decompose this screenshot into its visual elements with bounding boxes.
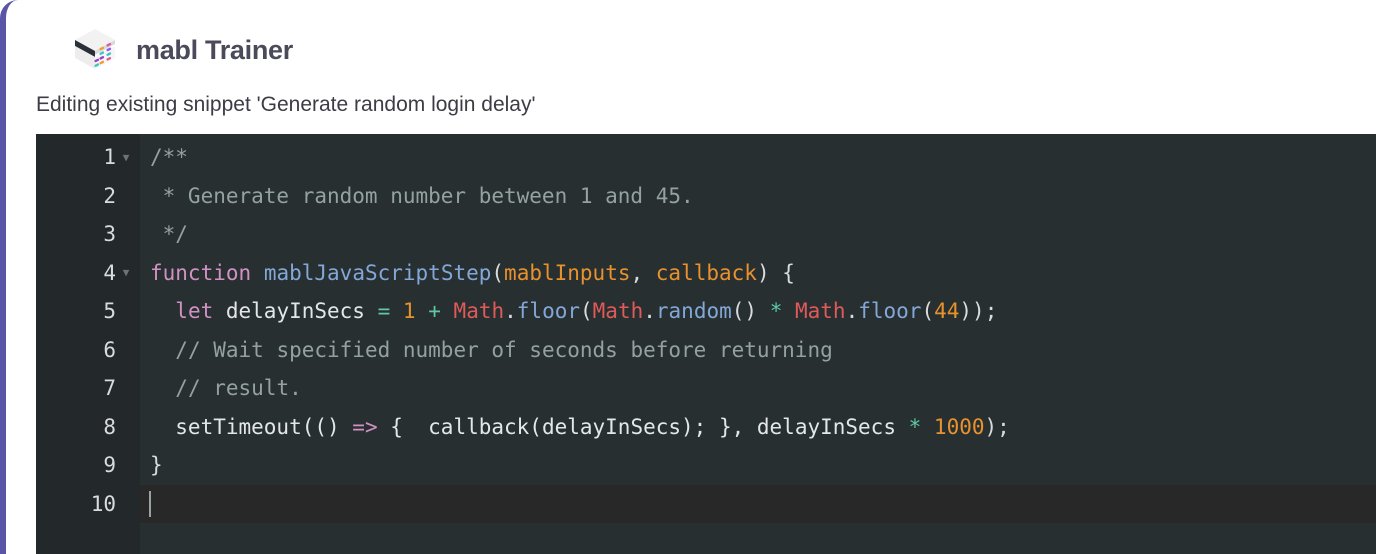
code-token: setTimeout(() bbox=[150, 414, 353, 439]
code-token: Math bbox=[592, 299, 644, 323]
gutter-line-1: 1 ▼ bbox=[36, 138, 140, 177]
code-token: . bbox=[504, 299, 517, 323]
gutter-line-5: 5▼ bbox=[36, 292, 140, 331]
code-token: function bbox=[150, 260, 252, 285]
code-line-10[interactable] bbox=[140, 484, 1376, 523]
code-token: floor bbox=[516, 299, 580, 323]
gutter-line-6: 6▼ bbox=[36, 331, 140, 370]
gutter-line-7: 7▼ bbox=[36, 369, 140, 408]
code-token: mablJavaScriptStep bbox=[263, 260, 492, 285]
mabl-trainer-window: mabl Trainer Editing existing snippet 'G… bbox=[0, 0, 1376, 554]
code-token: () bbox=[731, 299, 770, 323]
code-token: random bbox=[655, 299, 732, 323]
gutter-line-3: 3▼ bbox=[36, 215, 140, 254]
code-token: , bbox=[630, 260, 656, 285]
code-token: . bbox=[643, 299, 656, 323]
code-token: { callback(delayInSecs); }, delayInSecs bbox=[377, 414, 909, 439]
app-header: mabl Trainer bbox=[6, 0, 1376, 78]
code-token: )); bbox=[959, 299, 998, 323]
editor-gutter: 1▼2▼3▼4▼5▼6▼7▼8▼9▼10▼ bbox=[36, 134, 140, 554]
code-line-9[interactable]: } bbox=[140, 446, 1376, 485]
code-token: * bbox=[769, 299, 783, 323]
chevron-down-icon[interactable]: ▼ bbox=[116, 267, 136, 278]
code-token: ( bbox=[921, 299, 935, 323]
line-number: 9 bbox=[103, 453, 116, 477]
line-number: 10 bbox=[90, 491, 116, 516]
line-number: 6 bbox=[103, 337, 116, 362]
gutter-line-10: 10▼ bbox=[36, 485, 140, 524]
editor-code-area[interactable]: /** * Generate random number between 1 a… bbox=[140, 134, 1376, 554]
code-token: * bbox=[908, 414, 922, 439]
code-token: + bbox=[428, 299, 441, 323]
code-token: = bbox=[377, 299, 391, 323]
code-token: delayInSecs bbox=[213, 299, 378, 323]
snippet-status-text: Editing existing snippet 'Generate rando… bbox=[36, 93, 536, 116]
line-number: 8 bbox=[103, 414, 116, 439]
code-token: ); bbox=[984, 414, 1010, 439]
text-cursor bbox=[149, 490, 151, 517]
line-number: 7 bbox=[103, 376, 116, 400]
code-line-2[interactable]: * Generate random number between 1 and 4… bbox=[140, 177, 1376, 216]
code-token: Math bbox=[453, 299, 505, 323]
code-token: ) { bbox=[756, 260, 795, 285]
code-token: floor bbox=[858, 299, 922, 323]
code-token: } bbox=[150, 453, 163, 477]
code-token: 44 bbox=[934, 299, 960, 323]
line-number: 3 bbox=[103, 222, 116, 246]
code-token: Math bbox=[795, 299, 846, 323]
page-title: mabl Trainer bbox=[136, 34, 293, 65]
code-line-8[interactable]: setTimeout(() => { callback(delayInSecs)… bbox=[140, 408, 1376, 447]
code-token: // result. bbox=[175, 376, 302, 400]
code-token: let bbox=[175, 299, 214, 323]
code-token: . bbox=[845, 299, 859, 323]
mabl-cube-logo-icon bbox=[68, 23, 122, 77]
line-number: 5 bbox=[103, 299, 116, 323]
gutter-line-9: 9▼ bbox=[36, 446, 140, 485]
gutter-line-8: 8▼ bbox=[36, 408, 140, 447]
code-line-4[interactable]: function mablJavaScriptStep(mablInputs, … bbox=[140, 254, 1376, 293]
code-token: ( bbox=[580, 299, 593, 323]
code-line-1[interactable]: /** bbox=[140, 138, 1376, 177]
code-line-3[interactable]: */ bbox=[140, 215, 1376, 254]
code-token: ( bbox=[491, 260, 505, 285]
code-line-6[interactable]: // Wait specified number of seconds befo… bbox=[140, 331, 1376, 370]
code-token: => bbox=[352, 414, 378, 439]
gutter-line-4: 4 ▼ bbox=[36, 254, 140, 293]
gutter-line-2: 2▼ bbox=[36, 177, 140, 216]
code-token: */ bbox=[150, 222, 188, 246]
code-token: 1 bbox=[402, 299, 416, 323]
chevron-down-icon[interactable]: ▼ bbox=[116, 152, 136, 163]
code-line-7[interactable]: // result. bbox=[140, 369, 1376, 408]
line-number: 1 bbox=[103, 145, 116, 169]
line-number: 4 bbox=[103, 260, 116, 285]
code-token: 1000 bbox=[933, 414, 985, 439]
code-token: // Wait specified number of seconds befo… bbox=[175, 337, 833, 362]
code-token: * Generate random number between 1 and 4… bbox=[150, 183, 694, 208]
code-token: mablInputs bbox=[504, 260, 631, 285]
code-token: /** bbox=[150, 145, 188, 169]
code-token: callback bbox=[655, 260, 757, 285]
line-number: 2 bbox=[103, 183, 116, 208]
code-editor[interactable]: 1▼2▼3▼4▼5▼6▼7▼8▼9▼10▼ /** * Generate ran… bbox=[36, 134, 1376, 554]
code-line-5[interactable]: let delayInSecs = 1 + Math.floor(Math.ra… bbox=[140, 292, 1376, 331]
